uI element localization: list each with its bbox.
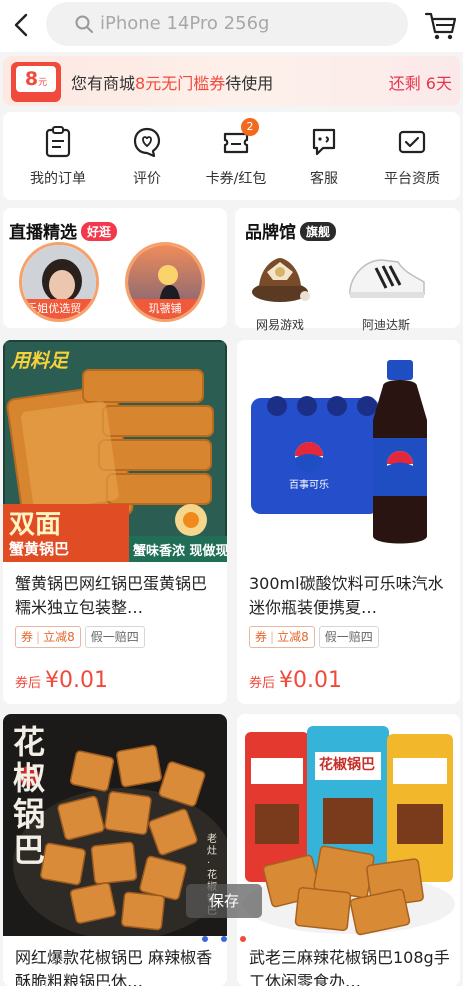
coupon-ticket-icon: 8元 — [11, 62, 61, 102]
price-prefix: 券后 — [15, 676, 42, 691]
order-icon — [45, 126, 71, 158]
product-card[interactable]: 花椒锅巴 武老三麻辣花椒锅巴108g手工休闲零食办… — [237, 714, 460, 986]
product-chips: 券 | 立减8 假一赔四 — [15, 626, 145, 648]
page-dot — [202, 936, 208, 942]
price-value: ¥0.01 — [279, 668, 342, 693]
page-dot — [221, 936, 227, 942]
product-card[interactable]: 花椒锅巴 老灶·花椒锅巴 网红爆款花椒锅巴 麻辣椒香酥脆粗粮锅巴休… — [3, 714, 227, 986]
certificate-icon — [398, 130, 426, 154]
top-bar: iPhone 14Pro 256g — [0, 0, 463, 52]
guarantee-chip: 假一赔四 — [318, 626, 379, 648]
brand-name: 网易游戏 — [255, 318, 304, 332]
product-image-text: 花椒锅巴 — [319, 757, 375, 773]
live-picks-card: 直播精选 好逛 乐姐优选贸... 玑虢铺 — [3, 208, 227, 328]
save-button[interactable]: 保存 — [186, 884, 262, 918]
service-label: 评价 — [133, 171, 161, 187]
product-title: 蟹黄锅巴网红锅巴蛋黄锅巴糯米独立包装整… — [15, 574, 208, 617]
coupon-msg-after: 待使用 — [225, 74, 274, 93]
netease-games-logo — [252, 258, 310, 302]
product-image-text: 双面 — [9, 510, 62, 540]
product-image: 花椒锅巴 — [237, 714, 460, 936]
service-coupons[interactable]: 2 卡券/红包 — [193, 118, 279, 188]
streamer-avatar[interactable]: 玑虢铺 — [125, 242, 205, 322]
product-image-text: 百事可乐 — [289, 480, 329, 491]
service-label: 客服 — [310, 171, 338, 187]
coupon-msg-before: 您有商城 — [71, 74, 136, 93]
product-image-text: 用料足 — [11, 350, 69, 372]
coupon-amount: 8 — [24, 68, 39, 90]
product-image: 百事可乐 — [237, 340, 460, 562]
brand-hall-title: 品牌馆 旗舰 — [245, 218, 337, 243]
service-reviews[interactable]: 评价 — [104, 126, 190, 188]
coupon-chip: 券 | 立减8 — [15, 626, 81, 648]
brand-hall-card: 品牌馆 旗舰 网易游戏 阿迪达斯 — [235, 208, 460, 332]
search-icon — [75, 15, 93, 33]
price-prefix: 券后 — [249, 676, 276, 691]
service-orders[interactable]: 我的订单 — [15, 126, 101, 188]
coupon-chip-value: 立减8 — [43, 630, 75, 644]
product-image-text: 蟹味香浓 现做现发 — [133, 544, 227, 559]
product-title: 武老三麻辣花椒锅巴108g手工休闲零食办… — [249, 948, 450, 986]
coupon-unit: 元 — [38, 78, 48, 88]
product-title: 300ml碳酸饮料可乐味汽水迷你瓶装便携夏… — [249, 574, 444, 617]
service-certificates[interactable]: 平台资质 — [369, 126, 455, 188]
product-title: 网红爆款花椒锅巴 麻辣椒香酥脆粗粮锅巴休… — [15, 948, 213, 986]
brand-item[interactable]: 网易游戏 — [235, 250, 325, 333]
page-indicator — [202, 936, 262, 946]
brand-title-text: 品牌馆 — [245, 223, 296, 243]
coupon-icon: 2 — [221, 118, 259, 158]
service-label: 我的订单 — [30, 171, 86, 187]
product-image-text: 蟹黄锅巴 — [9, 540, 70, 558]
search-bar[interactable]: iPhone 14Pro 256g — [46, 2, 408, 46]
live-title-text: 直播精选 — [9, 223, 77, 243]
cart-icon[interactable] — [424, 10, 458, 42]
streamer-avatar[interactable]: 乐姐优选贸... — [19, 242, 99, 322]
product-image-text: 花椒锅巴 — [13, 723, 46, 869]
adidas-shoe-image — [349, 259, 425, 298]
live-tag: 好逛 — [81, 222, 118, 241]
coupon-banner[interactable]: 8元 您有商城8元无门槛券待使用 还剩 6天 — [3, 56, 460, 106]
coupon-chip-label: 券 — [21, 630, 34, 644]
search-placeholder: iPhone 14Pro 256g — [100, 13, 270, 34]
page-dot-active — [240, 936, 246, 942]
coupon-count-badge: 2 — [241, 118, 259, 136]
guarantee-chip: 假一赔四 — [84, 626, 145, 648]
product-price: 券后 ¥0.01 — [15, 668, 108, 693]
product-price: 券后 ¥0.01 — [249, 668, 342, 693]
price-value: ¥0.01 — [45, 668, 108, 693]
coupon-msg-highlight: 8元无门槛券 — [135, 74, 226, 93]
product-chips: 券 | 立减8 假一赔四 — [249, 626, 379, 648]
coupon-remaining: 还剩 6天 — [388, 74, 452, 93]
customer-service-icon — [312, 128, 336, 156]
product-image: 用料足 双面 蟹黄锅巴 蟹味香浓 现做现发 — [3, 340, 227, 562]
brand-name: 阿迪达斯 — [361, 318, 410, 332]
review-icon — [133, 127, 161, 158]
service-label: 卡券/红包 — [205, 171, 267, 187]
coupon-chip-label: 券 — [255, 630, 268, 644]
service-label: 平台资质 — [384, 171, 440, 187]
service-support[interactable]: 客服 — [281, 126, 367, 188]
streamer-name: 玑虢铺 — [128, 299, 202, 319]
product-card[interactable]: 用料足 双面 蟹黄锅巴 蟹味香浓 现做现发 蟹黄锅巴网红锅巴蛋黄锅巴糯米独立包装… — [3, 340, 227, 704]
streamer-name: 乐姐优选贸... — [22, 299, 96, 319]
coupon-chip-value: 立减8 — [277, 630, 309, 644]
service-row: 我的订单 评价 2 卡券/红包 客服 平台资质 — [3, 112, 460, 200]
brand-tag: 旗舰 — [300, 222, 337, 241]
brand-item[interactable]: 阿迪达斯 — [341, 250, 431, 333]
product-card[interactable]: 百事可乐 300ml碳酸饮料可乐味汽水迷你瓶装便携夏… 券 | 立减8 假一赔四 券后… — [237, 340, 460, 704]
coupon-message: 您有商城8元无门槛券待使用 — [71, 70, 273, 94]
live-picks-title: 直播精选 好逛 — [9, 218, 118, 243]
back-arrow-icon[interactable] — [8, 10, 38, 40]
coupon-chip: 券 | 立减8 — [249, 626, 315, 648]
